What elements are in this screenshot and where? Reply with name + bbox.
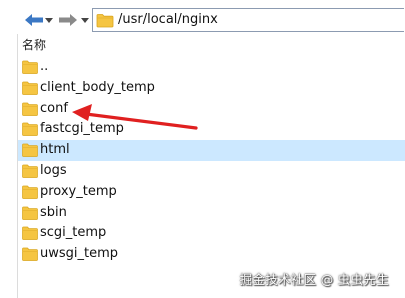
list-item-label: client_body_temp <box>40 79 155 95</box>
list-item-label: scgi_temp <box>40 225 107 241</box>
current-path: /usr/local/nginx <box>118 12 218 27</box>
folder-icon <box>22 185 38 199</box>
list-item[interactable]: fastcgi_temp <box>18 119 405 140</box>
folder-icon <box>22 164 38 178</box>
folder-icon <box>22 123 38 137</box>
list-item-label: proxy_temp <box>40 183 117 199</box>
list-item[interactable]: scgi_temp <box>18 223 405 244</box>
navigation-toolbar: /usr/local/nginx <box>0 0 405 34</box>
folder-icon <box>22 227 38 241</box>
file-list: .. client_body_tempconf fastcgi_temphtml lo… <box>18 57 405 265</box>
list-item-label: conf <box>40 100 68 116</box>
list-item-label: fastcgi_temp <box>40 121 124 137</box>
folder-icon <box>22 60 38 74</box>
navigation-pane-edge <box>0 34 18 298</box>
list-item-label: html <box>40 142 70 158</box>
left-arrow-icon <box>25 14 43 26</box>
folder-icon <box>22 102 38 116</box>
forward-history-dropdown[interactable] <box>80 11 90 29</box>
folder-icon <box>22 247 38 262</box>
list-item[interactable]: uwsgi_temp <box>18 244 405 265</box>
back-history-dropdown[interactable] <box>44 11 54 29</box>
list-item[interactable]: conf <box>18 99 405 120</box>
chevron-down-icon <box>81 17 89 23</box>
list-item-label: logs <box>40 162 67 178</box>
folder-icon <box>22 81 38 95</box>
watermark-text: 掘金技术社区 @ 虫虫先生 <box>239 272 389 287</box>
list-item-label: .. <box>40 59 49 74</box>
list-item[interactable]: html <box>18 140 405 161</box>
folder-icon <box>96 14 114 28</box>
list-item[interactable]: .. <box>18 57 405 78</box>
folder-icon <box>22 143 38 158</box>
path-address-bar[interactable]: /usr/local/nginx <box>92 8 404 32</box>
column-header-name[interactable]: 名称 <box>22 37 46 53</box>
list-item[interactable]: proxy_temp <box>18 182 405 203</box>
chevron-down-icon <box>45 17 53 23</box>
file-browser-window: /usr/local/nginx 名称 .. client_body_tempco… <box>0 0 405 298</box>
list-item[interactable]: logs <box>18 161 405 182</box>
folder-icon <box>22 206 38 220</box>
right-arrow-icon <box>59 14 77 26</box>
list-item-label: uwsgi_temp <box>40 246 119 262</box>
list-item[interactable]: client_body_temp <box>18 78 405 99</box>
list-item-label: sbin <box>40 204 67 220</box>
back-button[interactable] <box>24 11 44 29</box>
list-item[interactable]: sbin <box>18 203 405 224</box>
forward-button[interactable] <box>58 11 78 29</box>
